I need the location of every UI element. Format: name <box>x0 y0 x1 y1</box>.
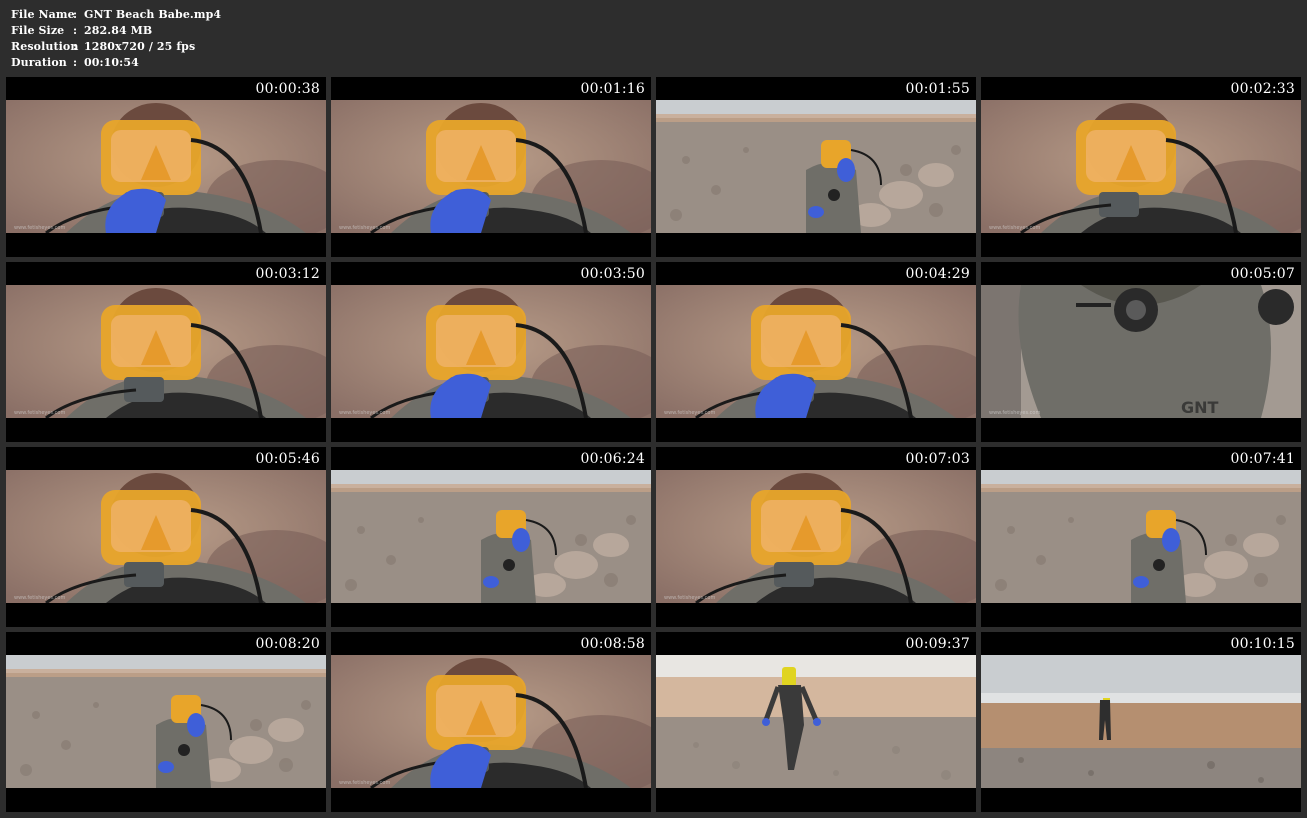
thumbnail-tile: 00:10:15 <box>981 632 1301 812</box>
thumbnail-frame-image <box>656 655 976 788</box>
svg-text:www.fetisheyes.com: www.fetisheyes.com <box>989 410 1040 416</box>
svg-text:www.fetisheyes.com: www.fetisheyes.com <box>339 225 390 231</box>
thumbnail-timestamp: 00:00:38 <box>255 81 320 97</box>
svg-text:www.fetisheyes.com: www.fetisheyes.com <box>14 225 65 231</box>
thumbnail-timestamp: 00:08:20 <box>255 636 320 652</box>
thumbnail-timestamp: 00:09:37 <box>905 636 970 652</box>
thumbnail-frame-image: www.fetisheyes.com <box>981 100 1301 233</box>
thumbnail-tile: 00:03:50 www.fetisheyes.com <box>331 262 651 442</box>
thumbnail-frame-image <box>331 470 651 603</box>
thumbnail-frame-image <box>656 100 976 233</box>
thumbnail-tile: 00:05:07 GNT www.fetisheyes.com <box>981 262 1301 442</box>
file-info-value: 282.84 MB <box>84 24 153 37</box>
svg-text:GNT: GNT <box>1181 398 1219 417</box>
thumbnail-tile: 00:08:20 <box>6 632 326 812</box>
thumbnail-timestamp: 00:05:46 <box>255 451 320 467</box>
file-info-separator: : <box>73 56 78 69</box>
thumbnail-timestamp: 00:05:07 <box>1230 266 1295 282</box>
frame-picture <box>656 655 976 788</box>
thumbnail-timestamp: 00:03:50 <box>580 266 645 282</box>
thumbnail-frame-image: www.fetisheyes.com <box>331 285 651 418</box>
thumbnail-tile: 00:05:46 www.fetisheyes.com <box>6 447 326 627</box>
thumbnail-grid: 00:00:38 www.fetisheyes.com 00:01:16 www.… <box>6 77 1302 812</box>
file-info-label: Resolution <box>11 40 79 53</box>
thumbnail-tile: 00:07:41 <box>981 447 1301 627</box>
thumbnail-timestamp: 00:01:16 <box>580 81 645 97</box>
thumbnail-tile: 00:06:24 <box>331 447 651 627</box>
frame-picture <box>6 655 326 788</box>
thumbnail-tile: 00:01:55 <box>656 77 976 257</box>
thumbnail-timestamp: 00:07:41 <box>1230 451 1295 467</box>
thumbnail-frame-image: www.fetisheyes.com <box>6 100 326 233</box>
thumbnail-frame-image: www.fetisheyes.com <box>6 470 326 603</box>
frame-picture <box>981 470 1301 603</box>
thumbnail-timestamp: 00:04:29 <box>905 266 970 282</box>
frame-picture: www.fetisheyes.com <box>6 100 326 233</box>
frame-picture: www.fetisheyes.com <box>6 470 326 603</box>
thumbnail-frame-image: www.fetisheyes.com <box>331 655 651 788</box>
thumbnail-frame-image: www.fetisheyes.com <box>656 285 976 418</box>
file-info-value: 00:10:54 <box>84 56 139 69</box>
file-info-separator: : <box>73 8 78 21</box>
thumbnail-timestamp: 00:01:55 <box>905 81 970 97</box>
thumbnail-timestamp: 00:07:03 <box>905 451 970 467</box>
frame-picture: www.fetisheyes.com <box>981 100 1301 233</box>
thumbnail-frame-image <box>981 470 1301 603</box>
frame-picture: www.fetisheyes.com <box>6 285 326 418</box>
thumbnail-tile: 00:04:29 www.fetisheyes.com <box>656 262 976 442</box>
thumbnail-timestamp: 00:06:24 <box>580 451 645 467</box>
frame-picture: www.fetisheyes.com <box>331 655 651 788</box>
frame-picture: GNT www.fetisheyes.com <box>981 285 1301 418</box>
frame-picture: www.fetisheyes.com <box>656 285 976 418</box>
svg-text:www.fetisheyes.com: www.fetisheyes.com <box>339 410 390 416</box>
thumbnail-tile: 00:03:12 www.fetisheyes.com <box>6 262 326 442</box>
file-info-value: 1280x720 / 25 fps <box>84 40 196 53</box>
frame-picture <box>981 655 1301 788</box>
file-info-row: Resolution:1280x720 / 25 fps <box>11 39 221 55</box>
thumbnail-tile: 00:09:37 <box>656 632 976 812</box>
file-info-label: File Name <box>11 8 75 21</box>
thumbnail-tile: 00:07:03 www.fetisheyes.com <box>656 447 976 627</box>
svg-text:www.fetisheyes.com: www.fetisheyes.com <box>14 595 65 601</box>
thumbnail-tile: 00:01:16 www.fetisheyes.com <box>331 77 651 257</box>
thumbnail-tile: 00:00:38 www.fetisheyes.com <box>6 77 326 257</box>
file-info-value: GNT Beach Babe.mp4 <box>84 8 222 21</box>
svg-text:www.fetisheyes.com: www.fetisheyes.com <box>339 780 390 786</box>
file-info-row: Duration:00:10:54 <box>11 55 221 71</box>
thumbnail-tile: 00:08:58 www.fetisheyes.com <box>331 632 651 812</box>
file-info-row: File Size:282.84 MB <box>11 23 221 39</box>
frame-picture: www.fetisheyes.com <box>331 100 651 233</box>
thumbnail-frame-image: GNT www.fetisheyes.com <box>981 285 1301 418</box>
file-info-row: File Name: GNT Beach Babe.mp4 <box>11 7 221 23</box>
file-info-separator: : <box>73 40 78 53</box>
svg-text:www.fetisheyes.com: www.fetisheyes.com <box>989 225 1040 231</box>
thumbnail-frame-image: www.fetisheyes.com <box>6 285 326 418</box>
thumbnail-frame-image <box>6 655 326 788</box>
thumbnail-frame-image: www.fetisheyes.com <box>331 100 651 233</box>
svg-text:www.fetisheyes.com: www.fetisheyes.com <box>664 410 715 416</box>
file-info-panel: File Name: GNT Beach Babe.mp4 File Size:28… <box>11 7 221 71</box>
svg-text:www.fetisheyes.com: www.fetisheyes.com <box>14 410 65 416</box>
svg-text:www.fetisheyes.com: www.fetisheyes.com <box>664 595 715 601</box>
frame-picture: www.fetisheyes.com <box>331 285 651 418</box>
thumbnail-timestamp: 00:10:15 <box>1230 636 1295 652</box>
frame-picture <box>331 470 651 603</box>
thumbnail-frame-image <box>981 655 1301 788</box>
thumbnail-tile: 00:02:33 www.fetisheyes.com <box>981 77 1301 257</box>
file-info-separator: : <box>73 24 78 37</box>
frame-picture: www.fetisheyes.com <box>656 470 976 603</box>
thumbnail-timestamp: 00:08:58 <box>580 636 645 652</box>
file-info-label: File Size <box>11 24 65 37</box>
thumbnail-timestamp: 00:02:33 <box>1230 81 1295 97</box>
thumbnail-timestamp: 00:03:12 <box>255 266 320 282</box>
file-info-label: Duration <box>11 56 67 69</box>
frame-picture <box>656 100 976 233</box>
thumbnail-frame-image: www.fetisheyes.com <box>656 470 976 603</box>
